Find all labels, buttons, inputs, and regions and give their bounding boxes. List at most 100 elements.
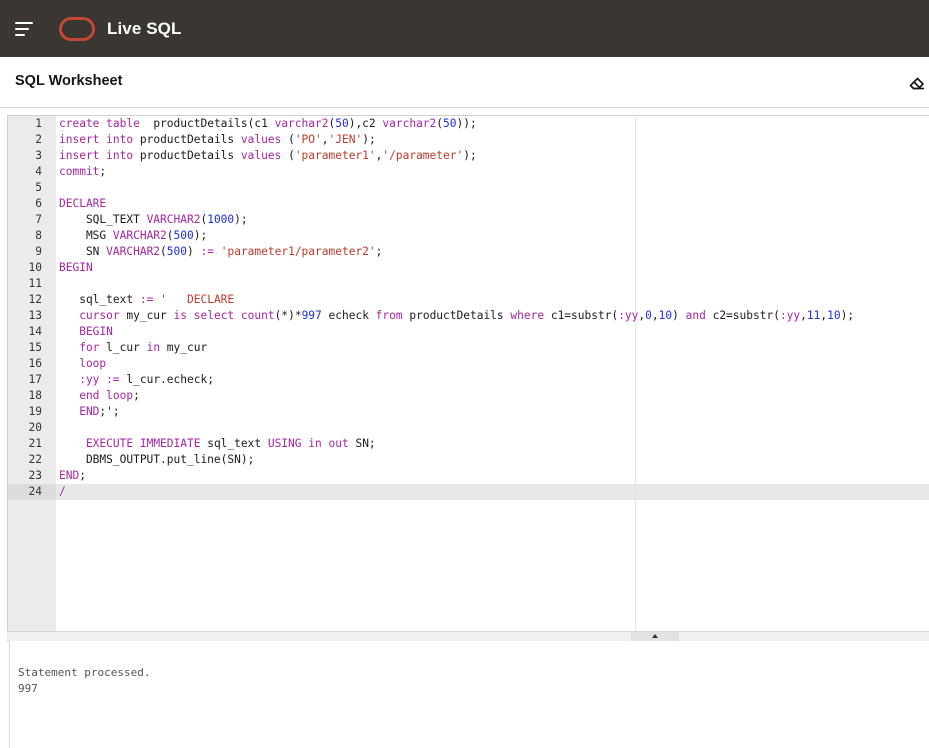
code-line[interactable]: 15 for l_cur in my_cur	[8, 340, 929, 356]
line-number: 3	[35, 149, 42, 162]
code-line[interactable]: 23 END;	[8, 468, 929, 484]
code-text: insert into productDetails values ('para…	[59, 148, 477, 164]
worksheet-title: SQL Worksheet	[15, 73, 123, 89]
code-token: out	[328, 437, 349, 450]
code-token: :yy	[59, 373, 100, 386]
code-token: DBMS_OUTPUT.put_line(SN);	[59, 453, 255, 466]
code-token: );	[234, 213, 248, 226]
code-token: insert	[59, 149, 100, 162]
code-line[interactable]: 21 EXECUTE IMMEDIATE sql_text USING in o…	[8, 436, 929, 452]
code-line[interactable]: 20	[8, 420, 929, 436]
code-token: MSG	[59, 229, 113, 242]
code-token: 0	[645, 309, 652, 322]
code-token: where	[510, 309, 545, 322]
code-text: EXECUTE IMMEDIATE sql_text USING in out …	[59, 436, 376, 452]
code-token: BEGIN	[59, 261, 93, 274]
code-token: :yy	[779, 309, 801, 322]
code-line[interactable]: 22 DBMS_OUTPUT.put_line(SN);	[8, 452, 929, 468]
line-number: 19	[28, 405, 42, 418]
code-token: ));	[456, 117, 477, 130]
code-line[interactable]: 9 SN VARCHAR2(500) := 'parameter1/parame…	[8, 244, 929, 260]
code-line[interactable]: 12 sql_text := ' DECLARE	[8, 292, 929, 308]
code-line[interactable]: 1 create table productDetails(c1 varchar2…	[8, 116, 929, 132]
code-text: BEGIN	[59, 260, 93, 276]
code-token: )	[672, 309, 686, 322]
code-token: sql_text	[200, 437, 268, 450]
code-text: SN VARCHAR2(500) := 'parameter1/paramete…	[59, 244, 382, 260]
line-number: 10	[28, 261, 42, 274]
code-token: );	[362, 133, 376, 146]
code-token: is	[173, 309, 187, 322]
code-token: 50	[335, 117, 349, 130]
code-line[interactable]: 7 SQL_TEXT VARCHAR2(1000);	[8, 212, 929, 228]
code-token: l_cur.echeck;	[119, 373, 214, 386]
code-text: DBMS_OUTPUT.put_line(SN);	[59, 452, 254, 468]
output-line: Statement processed.	[18, 666, 151, 679]
code-line[interactable]: 17 :yy := l_cur.echeck;	[8, 372, 929, 388]
code-text: BEGIN	[59, 324, 113, 340]
code-text: /	[59, 484, 66, 500]
code-token: ;	[99, 165, 107, 178]
eraser-icon[interactable]	[908, 74, 926, 92]
code-token: USING	[267, 437, 302, 450]
code-line[interactable]: 4 commit;	[8, 164, 929, 180]
code-text: end loop;	[59, 388, 140, 404]
code-token: varchar2	[382, 117, 437, 130]
code-token: values	[240, 149, 282, 162]
code-token: commit	[59, 165, 100, 178]
code-line[interactable]: 14 BEGIN	[8, 324, 929, 340]
code-line[interactable]: 5	[8, 180, 929, 196]
code-token: );	[840, 309, 855, 322]
hamburger-menu-icon[interactable]	[15, 22, 33, 36]
line-number: 1	[35, 117, 42, 130]
code-token: SN	[59, 245, 107, 258]
code-token: DECLARE	[59, 197, 107, 210]
code-token: productDetails	[402, 309, 511, 322]
code-line[interactable]: 16 loop	[8, 356, 929, 372]
line-number: 18	[28, 389, 42, 402]
code-token: ),c2	[348, 117, 383, 130]
code-text: loop	[59, 356, 106, 372]
code-token: loop	[59, 357, 107, 370]
code-editor[interactable]: 1 create table productDetails(c1 varchar2…	[7, 115, 929, 633]
line-number: 4	[35, 165, 42, 178]
code-token: SQL_TEXT	[59, 213, 147, 226]
code-token: ' DECLARE	[160, 293, 235, 306]
code-token: cursor	[59, 309, 120, 322]
code-token: select	[193, 309, 235, 322]
code-text: DECLARE	[59, 196, 106, 212]
code-token: VARCHAR2	[106, 245, 161, 258]
code-token: 'parameter1'	[294, 149, 376, 162]
code-token: 'JEN'	[328, 133, 363, 146]
top-bar: Live SQL	[0, 0, 929, 57]
code-token: loop	[106, 389, 134, 402]
code-line[interactable]: 24 /	[8, 484, 929, 500]
code-line[interactable]: 19 END;';	[8, 404, 929, 420]
code-token: :=	[139, 293, 154, 306]
code-text: END;	[59, 468, 86, 484]
line-number: 23	[28, 469, 42, 482]
collapse-output-chevron-up-icon[interactable]	[631, 632, 679, 641]
code-token: productDetails	[133, 133, 241, 146]
code-line[interactable]: 2 insert into productDetails values ('PO'…	[8, 132, 929, 148]
code-token: in	[146, 341, 161, 354]
code-line[interactable]: 13 cursor my_cur is select count(*)*997 …	[8, 308, 929, 324]
line-number: 12	[28, 293, 42, 306]
code-line[interactable]: 6 DECLARE	[8, 196, 929, 212]
code-line[interactable]: 8 MSG VARCHAR2(500);	[8, 228, 929, 244]
code-token: 11	[806, 309, 821, 322]
code-token: and	[685, 309, 706, 322]
line-number: 2	[35, 133, 42, 146]
code-line[interactable]: 10 BEGIN	[8, 260, 929, 276]
code-token: ;';	[99, 405, 120, 418]
code-token: END	[59, 469, 80, 482]
code-token: echeck	[321, 309, 376, 322]
code-line[interactable]: 18 end loop;	[8, 388, 929, 404]
line-number: 6	[35, 197, 42, 210]
code-line[interactable]: 3 insert into productDetails values ('par…	[8, 148, 929, 164]
line-number: 16	[28, 357, 42, 370]
code-token: create	[59, 117, 100, 130]
code-line[interactable]: 11	[8, 276, 929, 292]
